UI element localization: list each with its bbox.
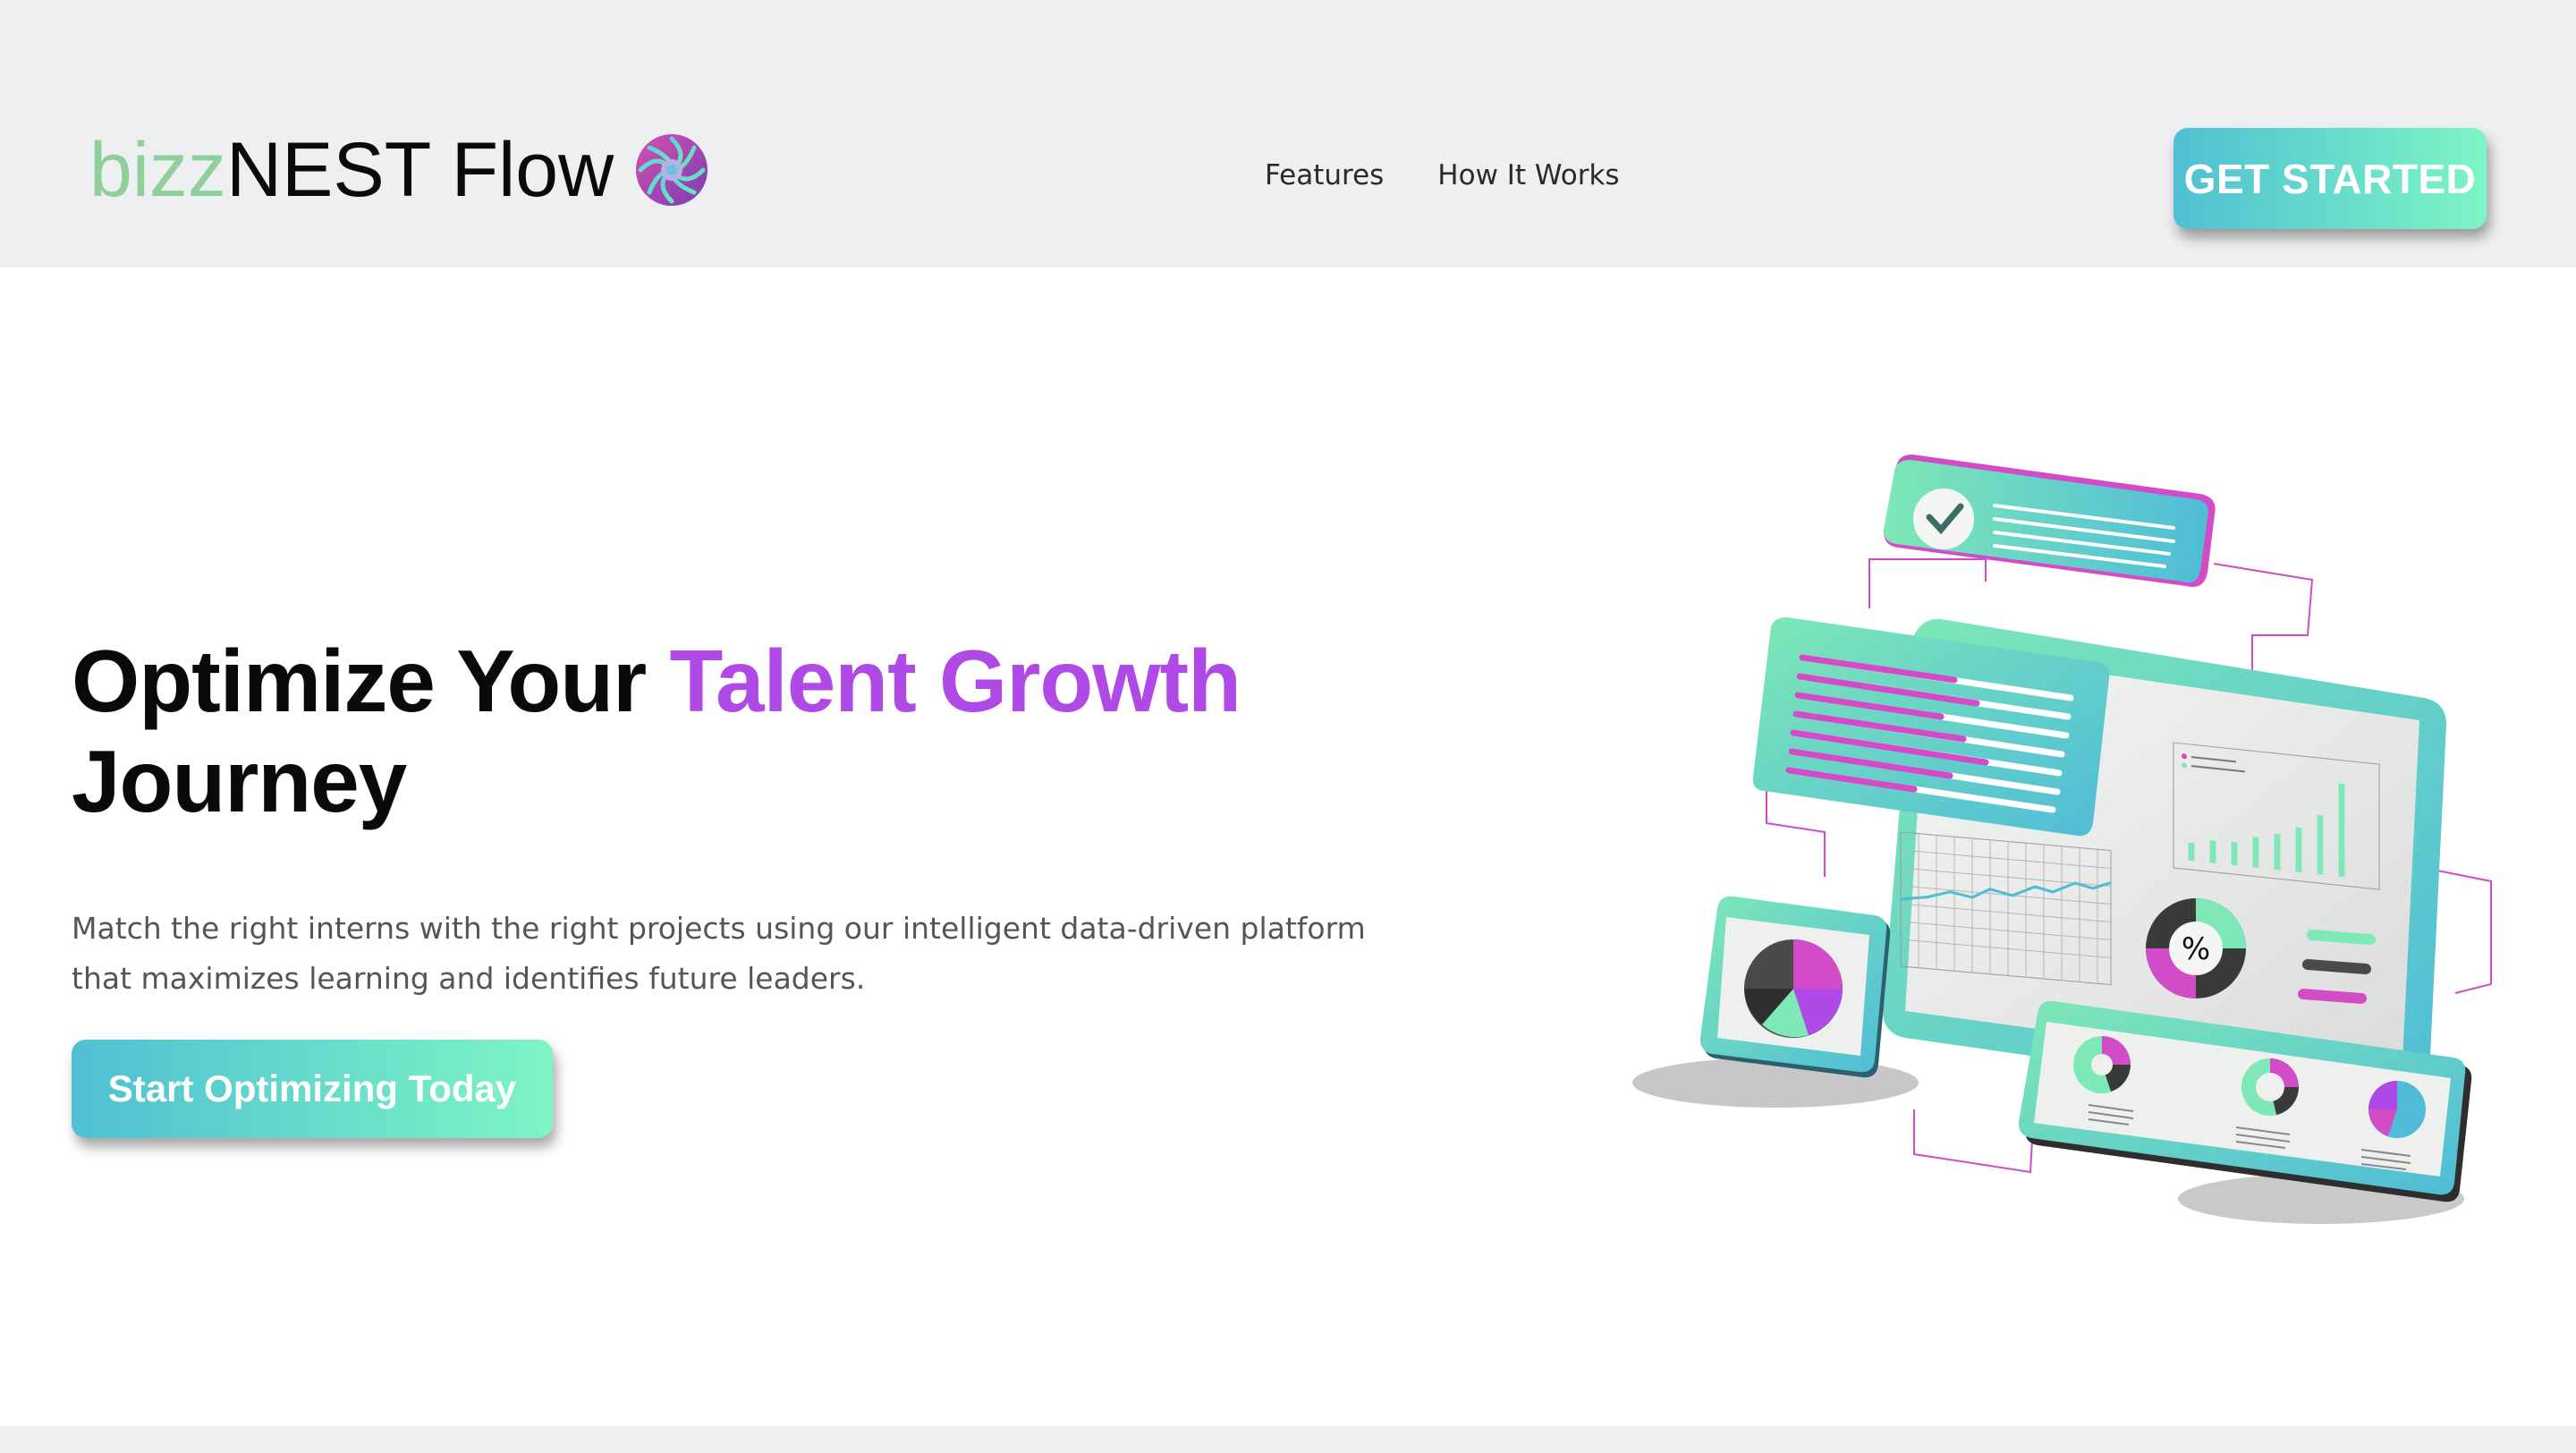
start-optimizing-button[interactable]: Start Optimizing Today bbox=[72, 1040, 553, 1138]
pie-card bbox=[1699, 896, 1891, 1078]
brand-name-part2: NEST Flow bbox=[225, 127, 614, 213]
percent-donut: % bbox=[2146, 898, 2246, 998]
hero-subtitle-line2: that maximizes learning and identifies f… bbox=[72, 961, 866, 996]
hero-title: Optimize Your Talent Growth Journey bbox=[72, 631, 1413, 831]
hero-title-part1: Optimize Your bbox=[72, 632, 670, 730]
hero-subtitle-line1: Match the right interns with the right p… bbox=[72, 911, 1366, 946]
hero-subtitle: Match the right interns with the right p… bbox=[72, 904, 1413, 1004]
main-nav: Features How It Works bbox=[1265, 159, 1620, 191]
hero-title-accent: Talent Growth bbox=[669, 632, 1241, 730]
hero-title-part2: Journey bbox=[72, 732, 407, 830]
footer-strip bbox=[0, 1426, 2576, 1453]
brand-name-part1: bizz bbox=[89, 127, 226, 213]
swirl-logo-icon bbox=[636, 134, 708, 206]
get-started-button[interactable]: GET STARTED bbox=[2174, 128, 2487, 229]
percent-symbol: % bbox=[2182, 931, 2210, 967]
dashboard-illustration: % bbox=[1632, 455, 2492, 1224]
checklist-card bbox=[1884, 455, 2216, 587]
nav-link-features[interactable]: Features bbox=[1265, 159, 1384, 191]
navbar: bizz NEST Flow Features How It Works GET… bbox=[0, 0, 2576, 268]
nav-link-how-it-works[interactable]: How It Works bbox=[1437, 159, 1619, 191]
brand-logo-link[interactable]: bizz NEST Flow bbox=[89, 125, 712, 215]
